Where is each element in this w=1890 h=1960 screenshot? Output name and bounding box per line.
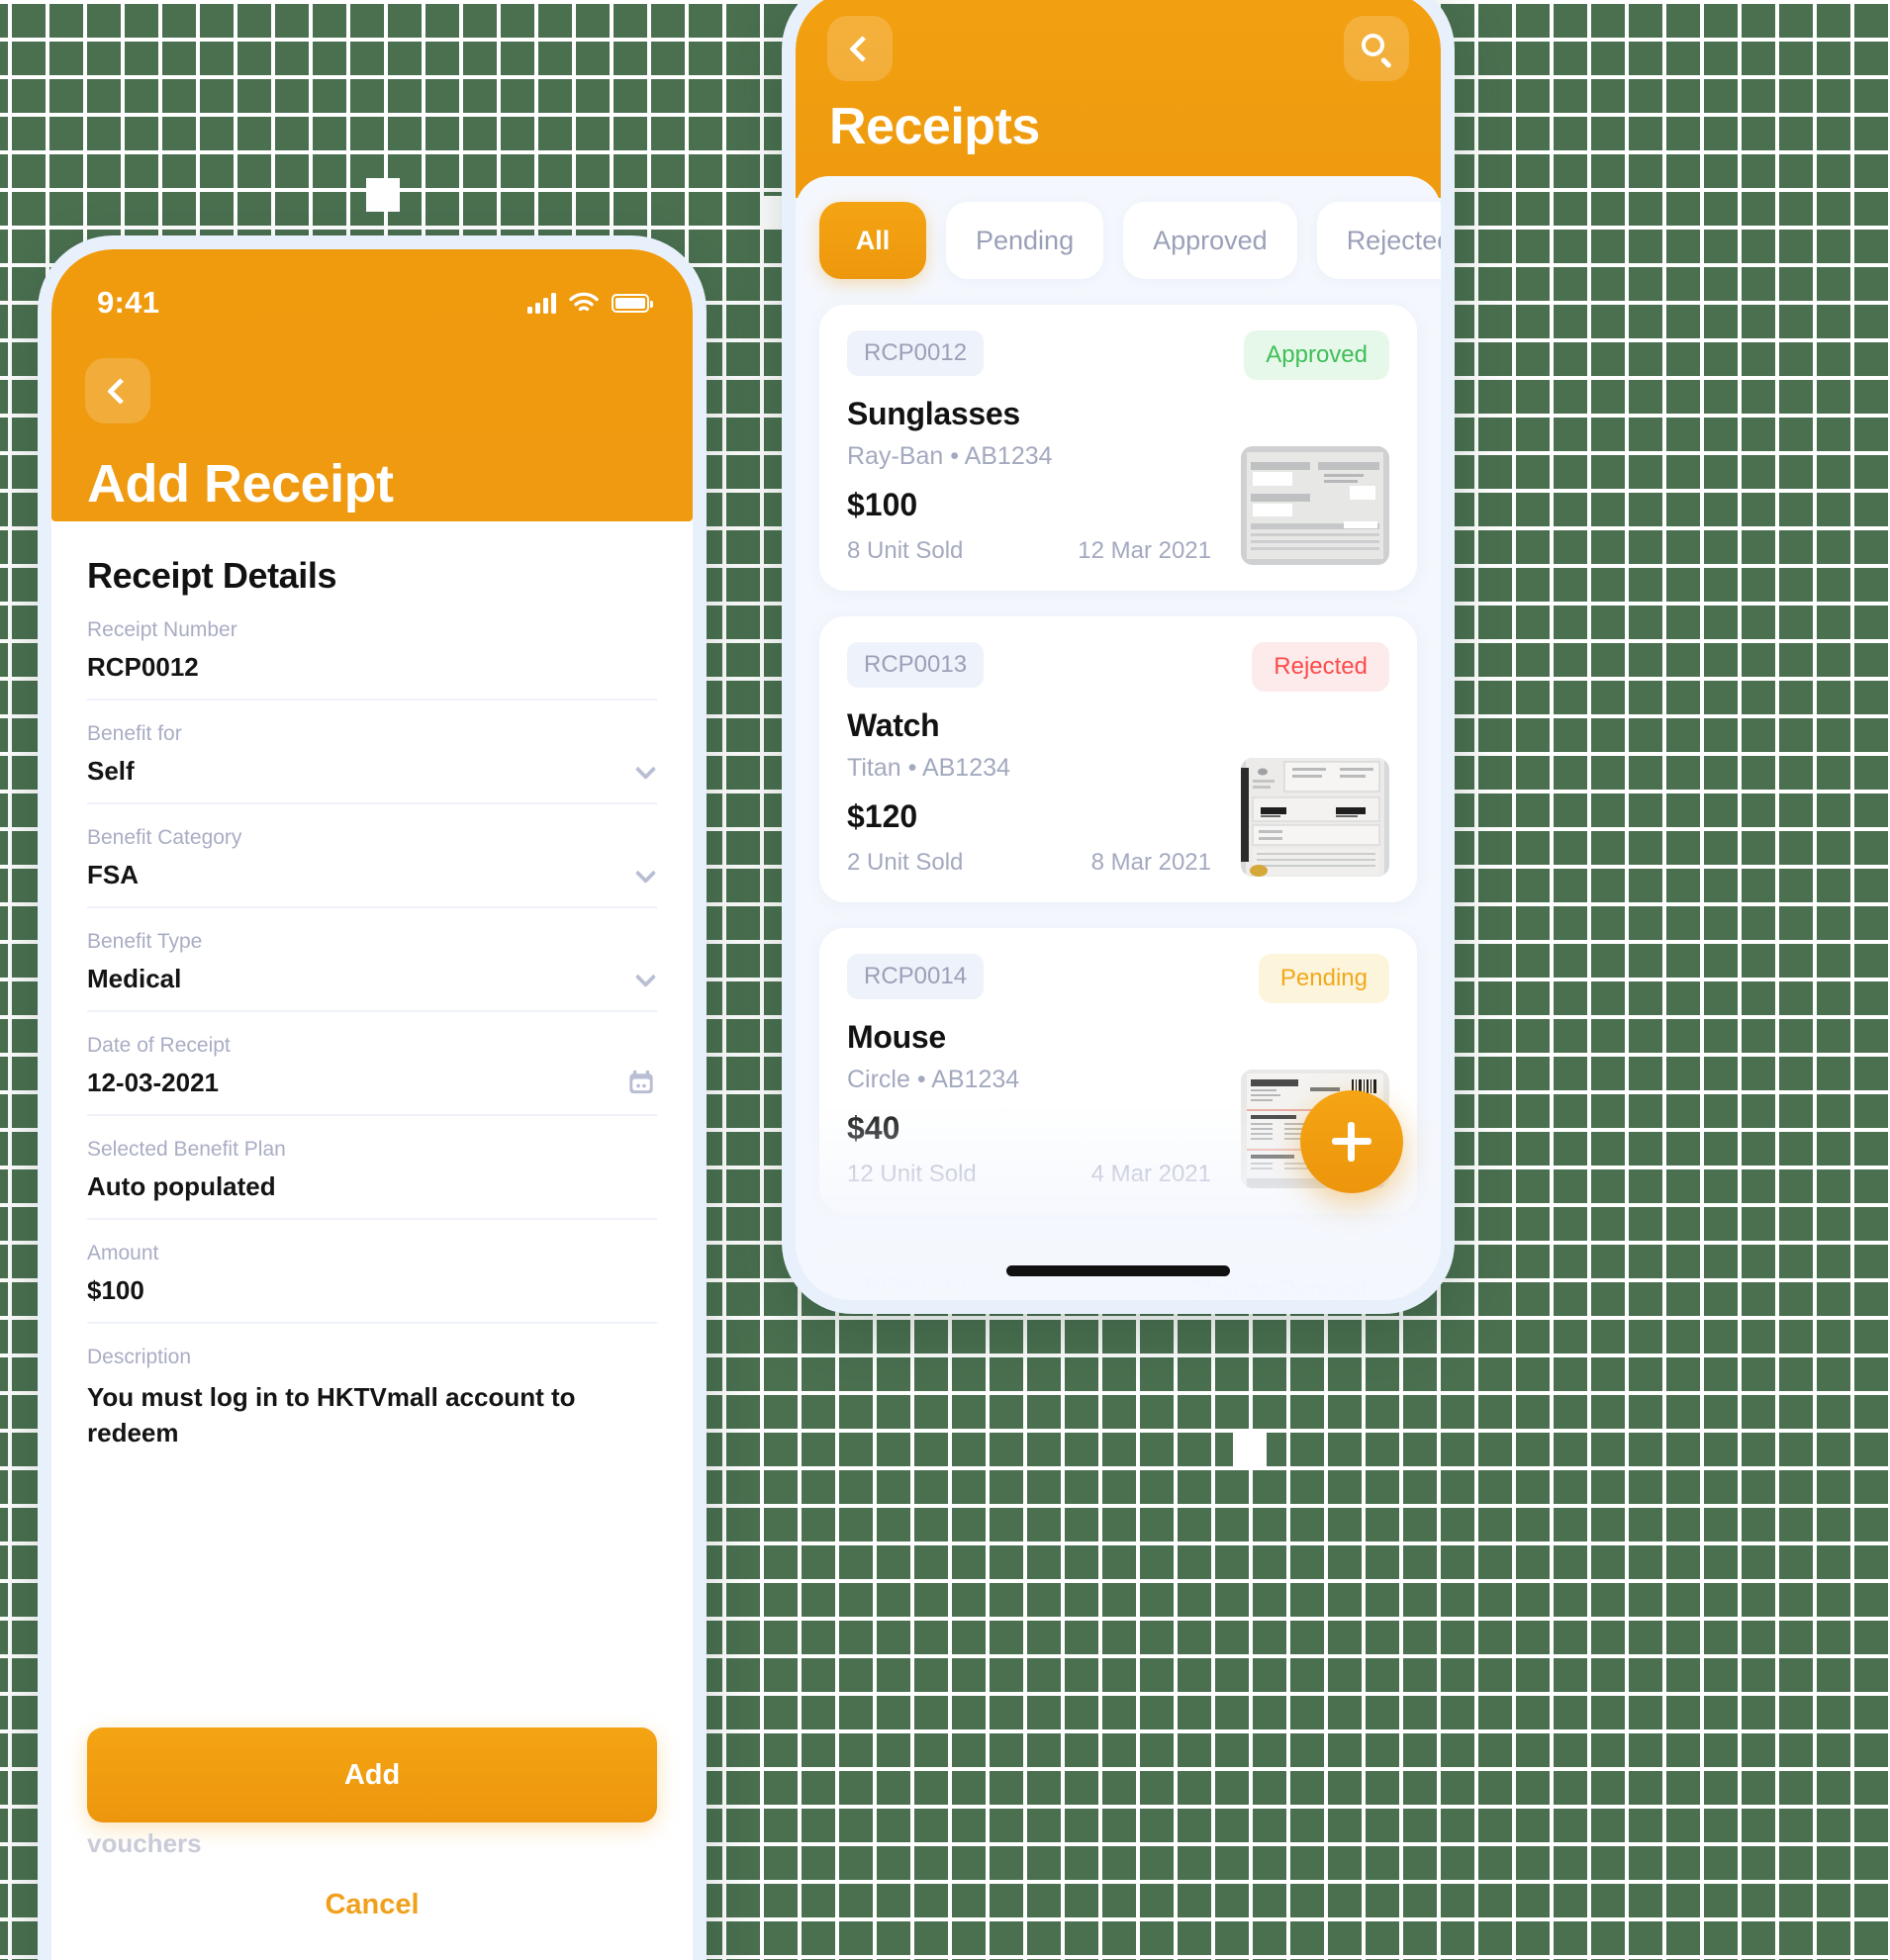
header-toolbar — [827, 16, 1409, 81]
field-date-of-receipt[interactable]: Date of Receipt 12-03-2021 — [87, 1012, 657, 1116]
receipt-brand: Titan — [847, 754, 901, 782]
field-label-remark: Remark — [87, 1947, 657, 1960]
field-value: 12-03-2021 — [87, 1068, 219, 1097]
section-title: Receipt Details — [87, 555, 337, 596]
phone-mockup-receipts-list: Receipts All Pending Approved Rejected C… — [782, 0, 1455, 1314]
receipt-brand: Circle — [847, 1066, 910, 1093]
phone-side-button — [38, 843, 39, 940]
separator-dot: • — [916, 1066, 926, 1093]
phone-side-button — [38, 714, 39, 811]
description-overflow-text: vouchers — [87, 1828, 202, 1858]
separator-dot: • — [950, 442, 959, 470]
receipt-card[interactable]: RCP0012 Approved Sunglasses Ray-Ban • AB… — [819, 305, 1417, 591]
field-label: Amount — [87, 1242, 159, 1264]
receipt-date: 4 Mar 2021 — [1090, 1161, 1211, 1187]
battery-icon — [612, 293, 653, 313]
filter-tab-approved[interactable]: Approved — [1123, 202, 1297, 279]
receipt-card-header: RCP0012 Approved — [847, 330, 1389, 380]
filter-tab-rejected[interactable]: Rejected — [1316, 202, 1441, 279]
add-receipt-header: 9:41 Add Receipt — [51, 249, 693, 521]
home-indicator — [1006, 1265, 1230, 1276]
receipt-title: Sunglasses — [847, 396, 1020, 431]
receipt-date: 8 Mar 2021 — [1090, 849, 1211, 876]
status-bar-icons — [527, 292, 653, 314]
field-selected-benefit-plan[interactable]: Selected Benefit Plan Auto populated — [87, 1116, 657, 1220]
receipt-card-header: RCP0014 Pending — [847, 954, 1389, 1003]
grid-accent-cell — [1233, 1433, 1267, 1466]
filter-tab-all[interactable]: All — [819, 202, 926, 279]
receipt-units: 2 Unit Sold — [847, 849, 964, 876]
receipt-sku: AB1234 — [931, 1066, 1020, 1093]
receipt-title: Mouse — [847, 1019, 946, 1055]
add-button[interactable]: Add — [87, 1727, 657, 1822]
receipt-units: 8 Unit Sold — [847, 537, 964, 564]
field-label: Selected Benefit Plan — [87, 1138, 286, 1161]
receipt-sku: AB1234 — [964, 442, 1053, 470]
phone-side-button — [38, 606, 39, 663]
field-label: Benefit for — [87, 722, 182, 745]
field-receipt-number[interactable]: Receipt Number RCP0012 — [87, 597, 657, 700]
phone-mockup-add-receipt: 9:41 Add Receipt Receipt Details Receipt… — [38, 235, 707, 1960]
field-benefit-category[interactable]: Benefit Category FSA — [87, 804, 657, 908]
left-phone-screen: 9:41 Add Receipt Receipt Details Receipt… — [51, 249, 693, 1960]
cellular-bars-icon — [527, 292, 556, 314]
page-title: Receipts — [829, 98, 1040, 155]
field-value: You must log in to HKTVmall account to r… — [87, 1382, 576, 1448]
chevron-left-icon — [107, 377, 134, 405]
status-bar: 9:41 — [85, 275, 659, 321]
receipt-photo-thumbnail[interactable] — [1241, 446, 1389, 565]
separator-dot: • — [907, 754, 917, 782]
receipts-header: Receipts — [796, 0, 1441, 198]
receipt-sku: AB1234 — [921, 754, 1010, 782]
receipt-date: 12 Mar 2021 — [1078, 537, 1211, 564]
field-value: $100 — [87, 1275, 144, 1305]
back-button[interactable] — [827, 16, 893, 81]
search-button[interactable] — [1344, 16, 1409, 81]
field-description[interactable]: Description You must log in to HKTVmall … — [87, 1324, 657, 1467]
wifi-icon — [569, 292, 599, 312]
back-button[interactable] — [85, 358, 150, 423]
receipt-form: Receipt Details Receipt Number RCP0012 B… — [51, 521, 693, 1467]
status-badge: Pending — [1258, 954, 1389, 1003]
field-value: RCP0012 — [87, 652, 199, 682]
receipt-brand: Ray-Ban — [847, 442, 944, 470]
filter-tabs[interactable]: All Pending Approved Rejected C — [796, 202, 1441, 279]
field-value: Self — [87, 756, 135, 786]
status-badge: Approved — [1244, 330, 1389, 380]
field-benefit-type[interactable]: Benefit Type Medical — [87, 908, 657, 1012]
field-benefit-for[interactable]: Benefit for Self — [87, 700, 657, 804]
field-value: Auto populated — [87, 1171, 276, 1201]
grid-accent-cell — [366, 178, 400, 212]
filter-tab-pending[interactable]: Pending — [946, 202, 1104, 279]
field-amount[interactable]: Amount $100 — [87, 1220, 657, 1324]
field-value: FSA — [87, 860, 139, 889]
calendar-icon[interactable] — [627, 1069, 655, 1096]
cancel-button[interactable]: Cancel — [87, 1859, 657, 1947]
receipt-title: Watch — [847, 707, 940, 743]
receipts-sheet: All Pending Approved Rejected C RCP0012 … — [796, 176, 1441, 1300]
receipt-code: RCP0012 — [847, 1265, 985, 1300]
status-bar-time: 9:41 — [97, 285, 160, 320]
field-label: Benefit Type — [87, 930, 203, 953]
field-label: Benefit Category — [87, 826, 242, 849]
field-value: Medical — [87, 964, 182, 993]
receipt-card-header: RCP0013 Rejected — [847, 642, 1389, 692]
search-icon — [1362, 34, 1392, 68]
field-label: Description — [87, 1346, 192, 1368]
add-receipt-fab[interactable] — [1300, 1090, 1403, 1193]
form-action-bar: Add vouchers Cancel Remark — [51, 1727, 693, 1960]
field-label: Date of Receipt — [87, 1034, 231, 1057]
chevron-left-icon — [849, 35, 876, 62]
receipt-card[interactable]: RCP0013 Rejected Watch Titan • AB1234 $1… — [819, 616, 1417, 902]
receipt-code: RCP0013 — [847, 642, 985, 688]
receipt-code: RCP0012 — [847, 330, 985, 376]
receipt-code: RCP0014 — [847, 954, 985, 999]
field-label: Receipt Number — [87, 618, 237, 641]
page-title: Add Receipt — [87, 454, 394, 513]
receipt-units: 12 Unit Sold — [847, 1161, 977, 1187]
status-badge: Rejected — [1252, 642, 1389, 692]
plus-icon — [1332, 1122, 1371, 1162]
receipt-photo-thumbnail[interactable] — [1241, 758, 1389, 877]
right-phone-screen: Receipts All Pending Approved Rejected C… — [796, 0, 1441, 1300]
